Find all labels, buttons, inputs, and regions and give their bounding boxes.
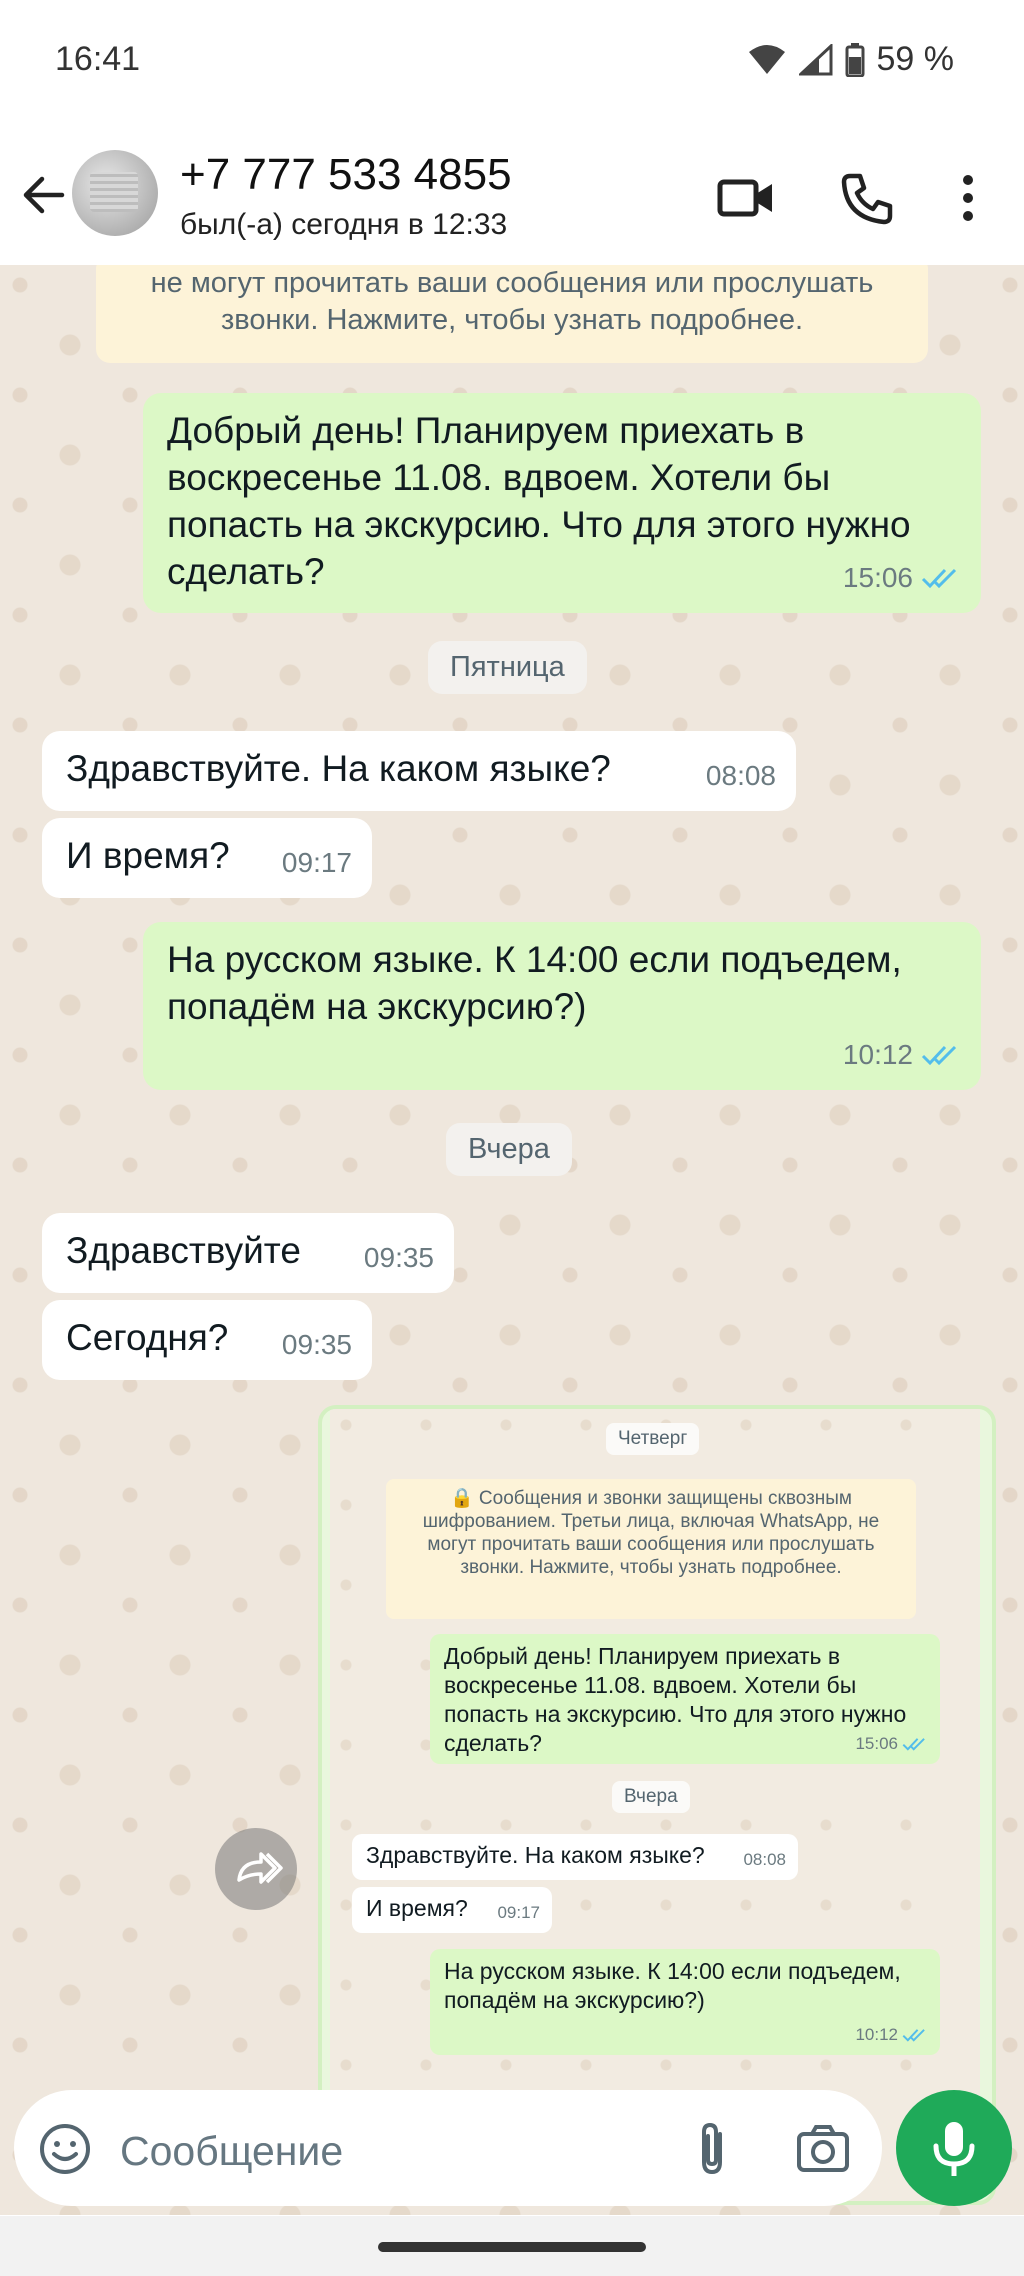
message-time: 10:12	[855, 2025, 898, 2044]
message-bubble-outgoing[interactable]: На русском языке. К 14:00 если подъедем,…	[143, 922, 981, 1090]
message-bubble-outgoing[interactable]: Добрый день! Планируем приехать в воскре…	[143, 393, 981, 613]
double-check-icon	[921, 568, 957, 588]
image-message-screenshot[interactable]: Четверг 🔒 Сообщения и звонки защищены ск…	[318, 1405, 996, 2205]
message-bubble-incoming[interactable]: Здравствуйте 09:35	[42, 1213, 454, 1293]
attach-icon[interactable]	[690, 2120, 734, 2178]
more-vert-icon[interactable]	[950, 170, 986, 226]
date-divider: Вчера	[612, 1781, 690, 1813]
mic-icon	[933, 2122, 975, 2176]
message-bubble-incoming: И время? 09:17	[352, 1887, 552, 1933]
encryption-notice: 🔒 Сообщения и звонки защищены сквозным ш…	[386, 1479, 916, 1619]
message-input[interactable]: Сообщение	[120, 2128, 343, 2175]
battery-icon	[845, 42, 864, 77]
encryption-notice[interactable]: не могут прочитать ваши сообщения или пр…	[96, 265, 928, 363]
message-meta: 10:12	[855, 2020, 928, 2049]
message-text: Здравствуйте. На каком языке?	[66, 748, 611, 789]
wifi-icon	[748, 44, 785, 74]
message-bubble-incoming[interactable]: Здравствуйте. На каком языке? 08:08	[42, 731, 796, 811]
battery-level: 59 %	[876, 40, 955, 78]
message-meta: 09:17	[282, 839, 352, 886]
date-divider: Вчера	[446, 1123, 572, 1176]
message-time: 10:12	[842, 1039, 913, 1070]
message-text: На русском языке. К 14:00 если подъедем,…	[444, 1958, 901, 2013]
date-divider: Четверг	[606, 1423, 700, 1455]
double-check-icon	[902, 1737, 925, 1751]
forward-button[interactable]	[215, 1828, 297, 1910]
avatar[interactable]	[72, 150, 158, 236]
message-meta: 09:35	[282, 1321, 352, 1368]
message-text: Добрый день! Планируем приехать в воскре…	[444, 1643, 907, 1756]
emoji-icon[interactable]	[38, 2122, 92, 2176]
message-meta: 15:06	[843, 554, 961, 601]
message-bubble-outgoing: На русском языке. К 14:00 если подъедем,…	[430, 1949, 940, 2055]
chat-area[interactable]: не могут прочитать ваши сообщения или пр…	[0, 265, 1024, 2215]
date-divider: Пятница	[428, 641, 587, 694]
message-meta: 08:08	[743, 1845, 786, 1874]
message-meta: 10:12	[843, 1031, 961, 1078]
message-meta: 08:08	[706, 752, 776, 799]
message-text: Добрый день! Планируем приехать в воскре…	[167, 410, 911, 592]
last-seen-status: был(-а) сегодня в 12:33	[180, 208, 508, 241]
double-check-icon	[921, 1045, 957, 1065]
message-bubble-incoming[interactable]: И время? 09:17	[42, 818, 372, 898]
camera-icon[interactable]	[796, 2122, 850, 2174]
voice-message-button[interactable]	[896, 2090, 1012, 2206]
message-time: 09:35	[363, 1242, 434, 1273]
message-time: 09:17	[497, 1903, 540, 1922]
status-bar: 16:41 59 %	[0, 0, 1024, 130]
message-bubble-outgoing: Добрый день! Планируем приехать в воскре…	[430, 1634, 940, 1764]
message-time: 15:06	[842, 562, 913, 593]
message-meta: 15:06	[855, 1729, 928, 1758]
phone-icon[interactable]	[836, 170, 896, 226]
contact-name[interactable]: +7 777 533 4855	[180, 150, 512, 200]
system-nav-bar	[0, 2216, 1024, 2276]
message-time: 09:35	[281, 1329, 352, 1360]
message-meta: 09:35	[364, 1234, 434, 1281]
message-bubble-incoming: Здравствуйте. На каком языке? 08:08	[352, 1834, 798, 1880]
screenshot-content: Четверг 🔒 Сообщения и звонки защищены ск…	[330, 1409, 980, 2201]
message-time: 15:06	[855, 1734, 898, 1753]
home-gesture-handle[interactable]	[378, 2242, 646, 2252]
message-time: 09:17	[281, 847, 352, 878]
message-bubble-incoming[interactable]: Сегодня? 09:35	[42, 1300, 372, 1380]
video-call-icon[interactable]	[716, 170, 776, 226]
chat-header: +7 777 533 4855 был(-а) сегодня в 12:33	[0, 130, 1024, 265]
message-meta: 09:17	[497, 1898, 540, 1927]
message-time: 08:08	[743, 1850, 786, 1869]
message-text: Здравствуйте. На каком языке?	[366, 1842, 705, 1868]
status-indicators: 59 %	[747, 40, 955, 79]
status-time: 16:41	[55, 40, 141, 78]
message-time: 08:08	[705, 760, 776, 791]
double-check-icon	[902, 2028, 925, 2042]
message-text: На русском языке. К 14:00 если подъедем,…	[167, 939, 902, 1027]
signal-icon	[798, 43, 832, 75]
forward-icon	[237, 1852, 283, 1884]
back-arrow-icon[interactable]	[18, 170, 68, 220]
